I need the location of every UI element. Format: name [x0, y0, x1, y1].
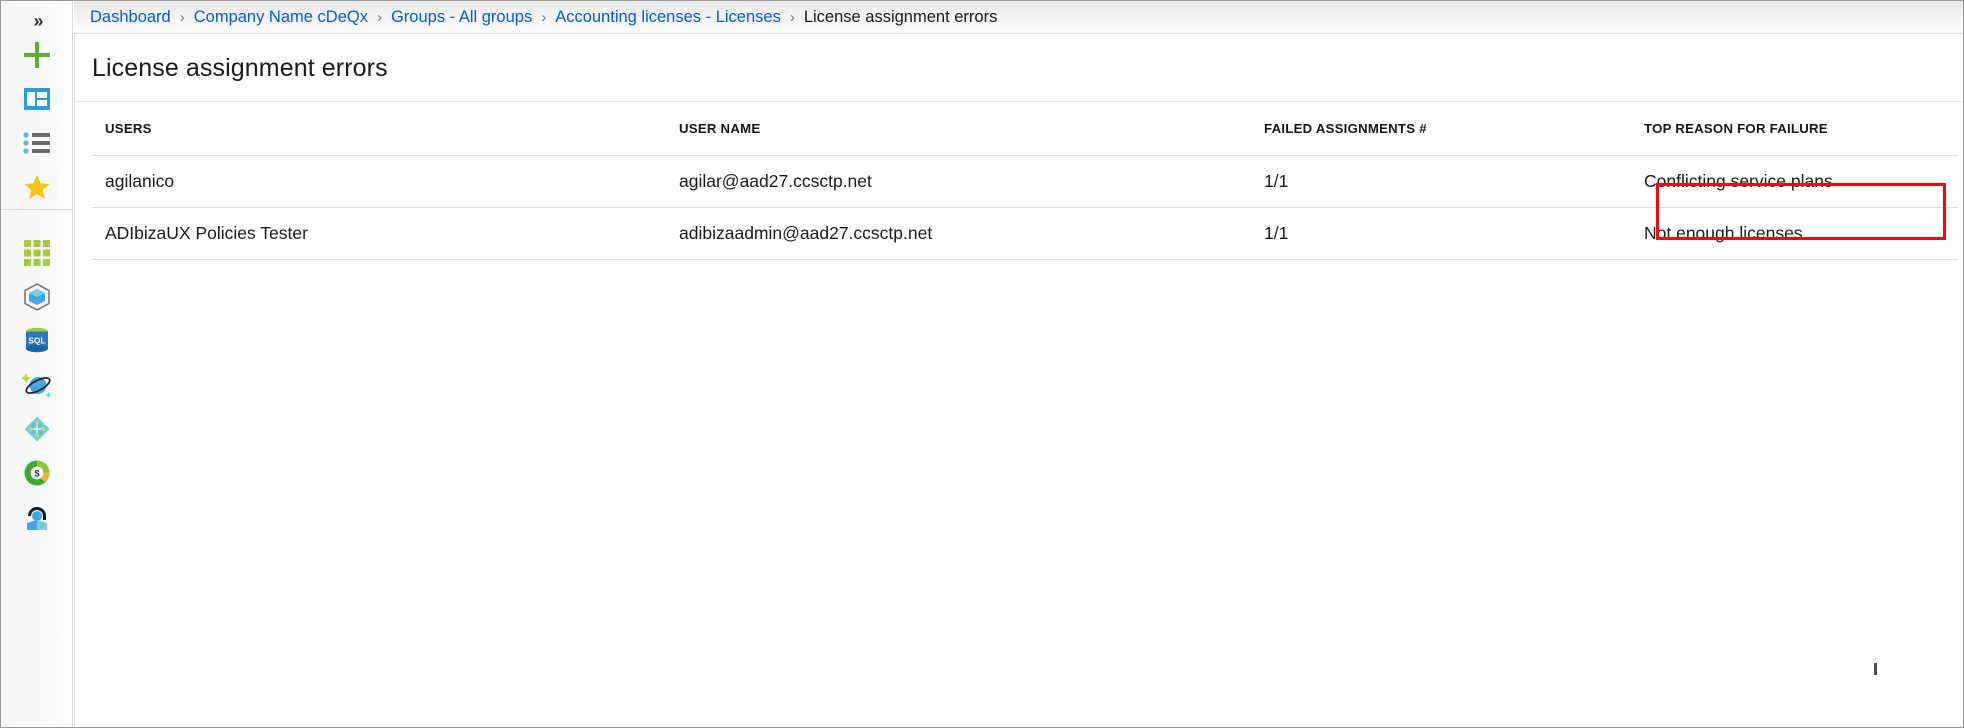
nav-item-all-services[interactable] [1, 119, 73, 167]
cost-management-donut-icon: $ [23, 459, 51, 487]
breadcrumb-item-groups[interactable]: Groups - All groups [391, 8, 532, 27]
svg-text:SQL: SQL [28, 336, 45, 346]
nav-item-sql-databases[interactable]: SQL [1, 317, 73, 365]
azure-active-directory-icon [23, 415, 51, 443]
help-support-headset-icon [23, 503, 51, 531]
cell-username: agilar@aad27.ccsctp.net [679, 171, 872, 191]
cosmos-db-icon [22, 371, 52, 399]
breadcrumb-separator-icon: › [376, 8, 382, 26]
column-header-users: USERS [105, 121, 152, 136]
breadcrumb-separator-icon: › [541, 8, 547, 26]
table-row[interactable]: ADIbizaUX Policies Tester adibizaadmin@a… [92, 208, 1958, 260]
star-icon [16, 174, 58, 200]
nav-item-create-resource[interactable] [1, 31, 73, 79]
cell-users: ADIbizaUX Policies Tester [105, 223, 308, 243]
column-header-username: USER NAME [679, 121, 761, 136]
sql-database-icon: SQL [24, 327, 50, 355]
breadcrumb: Dashboard › Company Name cDeQx › Groups … [74, 1, 1963, 34]
resource-group-box-icon [23, 283, 51, 311]
grid-icon [24, 240, 50, 266]
cell-failed-assignments: 1/1 [1264, 223, 1289, 243]
table-row[interactable]: agilanico agilar@aad27.ccsctp.net 1/1 Co… [92, 156, 1958, 208]
nav-item-help-support[interactable] [1, 493, 73, 541]
column-header-top-reason: TOP REASON FOR FAILURE [1644, 121, 1828, 136]
cell-top-reason: Conflicting service plans [1644, 171, 1833, 191]
svg-text:$: $ [34, 469, 39, 479]
breadcrumb-item-dashboard[interactable]: Dashboard [90, 8, 171, 27]
list-icon [23, 132, 51, 154]
nav-item-resource-groups[interactable] [1, 273, 73, 321]
license-errors-table: USERS USER NAME FAILED ASSIGNMENTS # TOP… [92, 102, 1958, 260]
nav-item-azure-active-directory[interactable] [1, 405, 73, 453]
breadcrumb-item-company[interactable]: Company Name cDeQx [194, 8, 368, 27]
nav-item-cost-management[interactable]: $ [1, 449, 73, 497]
breadcrumb-item-accounting-licenses[interactable]: Accounting licenses - Licenses [555, 8, 781, 27]
breadcrumb-item-current: License assignment errors [803, 7, 998, 26]
breadcrumb-separator-icon: › [179, 8, 185, 26]
text-cursor-artifact [1874, 663, 1877, 675]
column-header-failed-assignments: FAILED ASSIGNMENTS # [1264, 121, 1427, 136]
nav-item-dashboard[interactable] [1, 75, 73, 123]
page-title: License assignment errors [92, 54, 388, 82]
cell-users: agilanico [105, 171, 175, 191]
nav-item-all-resources[interactable] [1, 229, 73, 277]
left-nav-rail: » SQL $ [1, 1, 73, 727]
azure-portal-window: » SQL $ Dashboard › Company Name cDeQx ›… [0, 0, 1964, 728]
plus-icon [22, 40, 52, 70]
nav-item-cosmos-db[interactable] [1, 361, 73, 409]
nav-item-favorites[interactable] [1, 163, 73, 211]
dashboard-icon [24, 88, 50, 110]
chevron-double-right-icon: » [33, 10, 43, 31]
table-header-row: USERS USER NAME FAILED ASSIGNMENTS # TOP… [92, 102, 1958, 156]
cell-top-reason: Not enough licenses [1644, 223, 1803, 243]
breadcrumb-separator-icon: › [789, 8, 795, 26]
license-assignment-errors-blade: License assignment errors USERS USER NAM… [74, 34, 1963, 727]
cell-failed-assignments: 1/1 [1264, 171, 1289, 191]
cell-username: adibizaadmin@aad27.ccsctp.net [679, 223, 933, 243]
